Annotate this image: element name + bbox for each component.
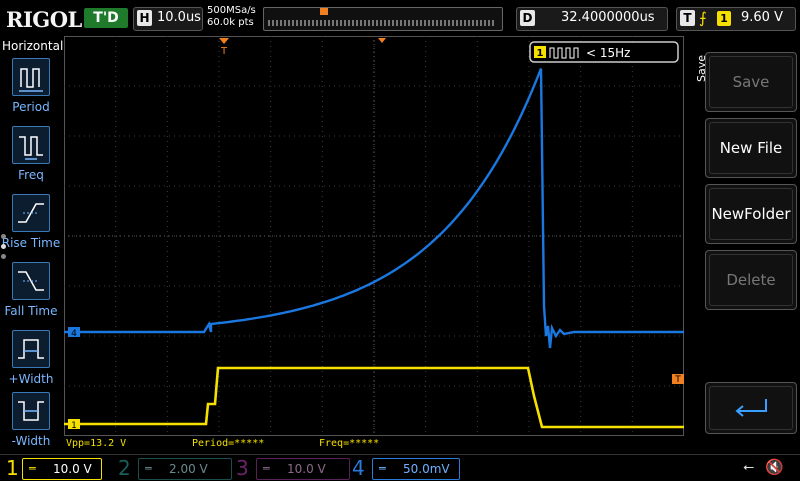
rising-edge-icon: ⨍ [699, 9, 707, 27]
channel-1-scale: 10.0 V [53, 462, 92, 476]
page-indicator [1, 234, 6, 264]
channel-1-marker-label: 1 [71, 421, 77, 431]
new-file-label: New File [719, 139, 783, 157]
channel-1-scale-box: ═ 10.0 V [22, 458, 102, 480]
back-button[interactable] [705, 382, 797, 434]
freq-counter-value: < 15Hz [586, 46, 630, 60]
center-marker [378, 38, 386, 43]
channel-4-scale: 50.0mV [403, 462, 450, 476]
new-folder-label: NewFolder [711, 205, 791, 223]
run-status-badge[interactable]: T'D [84, 8, 128, 28]
page-dot [1, 234, 6, 239]
rise-time-icon [12, 194, 50, 232]
negative-width-icon [12, 392, 50, 430]
fall-time-label: Fall Time [4, 304, 58, 318]
measure-risetime-item[interactable]: Rise Time [0, 194, 62, 258]
rigol-logo: RIGOL [6, 7, 82, 32]
channel-4-marker-label: 4 [71, 329, 77, 339]
dc-coupling-icon: ═ [145, 462, 152, 475]
delay-key: D [520, 10, 535, 26]
save-label: Save [732, 73, 770, 91]
top-status-bar: RIGOL T'D H 10.0us 500MSa/s 60.0k pts D … [0, 0, 800, 36]
timebase-key: H [137, 10, 152, 26]
waveform-svg: T 4 1 T 1 < 15Hz [64, 36, 684, 436]
vpp-measurement: Vpp=13.2 V [66, 438, 127, 449]
sampling-info: 500MSa/s 60.0k pts [207, 5, 256, 29]
waveform-overview [268, 20, 496, 26]
negative-width-label: -Width [11, 434, 51, 448]
positive-width-label: +Width [8, 372, 54, 386]
page-dot [1, 254, 6, 259]
measure-menu: Horizontal Period Freq Rise Time Fall Ti… [0, 36, 64, 456]
memory-depth: 60.0k pts [207, 17, 254, 28]
delay-value: 32.4000000us [561, 10, 655, 25]
trigger-t-label: T [220, 46, 228, 57]
dc-coupling-icon: ═ [29, 462, 36, 475]
save-button[interactable]: Save [705, 52, 797, 112]
channel-3-scale: 10.0 V [287, 462, 326, 476]
delay-box[interactable]: D 32.4000000us [516, 7, 668, 31]
speaker-mute-icon[interactable]: 🔇 [765, 458, 784, 476]
memory-position-strip[interactable] [263, 7, 503, 31]
measure-falltime-item[interactable]: Fall Time [0, 262, 62, 326]
new-folder-button[interactable]: NewFolder [705, 184, 797, 244]
channel-4-scale-box: ═ 50.0mV [372, 458, 460, 480]
dc-coupling-icon: ═ [379, 462, 386, 475]
rise-time-label: Rise Time [1, 236, 61, 250]
timebase-value: 10.0us [157, 10, 201, 25]
trigger-level-marker-label: T [674, 375, 681, 385]
page-dot-active [1, 244, 6, 249]
positive-width-icon [12, 330, 50, 368]
channel-4-number: 4 [352, 456, 365, 480]
trigger-source-badge: 1 [717, 11, 731, 26]
delete-button[interactable]: Delete [705, 250, 797, 310]
fall-time-icon [12, 262, 50, 300]
channel-3-scale-box: ═ 10.0 V [256, 458, 350, 480]
freq-label: Freq [18, 168, 44, 182]
measurement-results: Vpp=13.2 V Period=***** Freq=***** [64, 436, 684, 452]
return-arrow-icon [735, 399, 767, 417]
channel-2-scale-box: ═ 2.00 V [138, 458, 232, 480]
channel-2-number: 2 [118, 456, 131, 480]
trigger-position-icon [320, 8, 328, 15]
trigger-position-marker [219, 38, 229, 44]
measure-poswidth-item[interactable]: +Width [0, 330, 62, 394]
period-measurement: Period=***** [192, 438, 265, 449]
period-label: Period [12, 100, 50, 114]
sample-rate: 500MSa/s [207, 5, 256, 16]
delete-label: Delete [726, 271, 776, 289]
channel-2-scale: 2.00 V [169, 462, 208, 476]
freq-measurement: Freq=***** [319, 438, 380, 449]
measure-period-item[interactable]: Period [0, 58, 62, 122]
freq-counter-channel: 1 [537, 48, 544, 59]
timebase-box[interactable]: H 10.0us [133, 7, 203, 31]
period-icon [12, 58, 50, 96]
channel-bar: 1 ═ 10.0 V 2 ═ 2.00 V 3 ═ 10.0 V 4 ═ 50.… [0, 454, 800, 481]
trigger-key: T [680, 10, 695, 26]
menu-title: Horizontal [2, 39, 64, 53]
channel-3-number: 3 [236, 456, 249, 480]
trigger-box[interactable]: T ⨍ 1 9.60 V [676, 7, 796, 31]
measure-freq-item[interactable]: Freq [0, 126, 62, 190]
dc-coupling-icon: ═ [263, 462, 270, 475]
channel-1-number: 1 [6, 456, 19, 480]
measure-negwidth-item[interactable]: -Width [0, 392, 62, 456]
trigger-level: 9.60 V [741, 10, 783, 25]
frequency-icon [12, 126, 50, 164]
usb-icon: ⭠ [743, 459, 755, 475]
new-file-button[interactable]: New File [705, 118, 797, 178]
waveform-display[interactable]: T 4 1 T 1 < 15Hz [64, 36, 684, 436]
